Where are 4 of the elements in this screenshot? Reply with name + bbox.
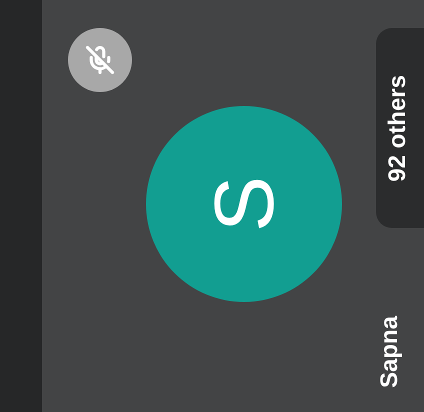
participant-name: Sapna xyxy=(378,316,402,388)
others-panel[interactable]: 92 others xyxy=(376,28,424,228)
avatar-initial: S xyxy=(202,176,286,232)
others-count: 92 others xyxy=(386,74,410,182)
